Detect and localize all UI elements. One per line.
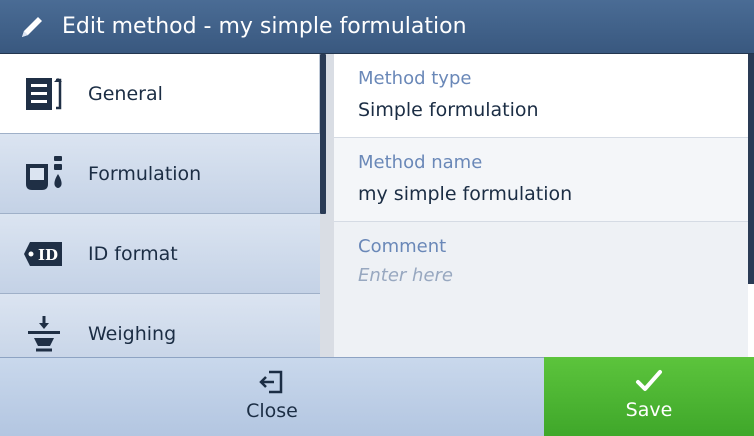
sidebar-item-label: General: [88, 82, 163, 105]
sidebar: General Formulation ID ID format Weighin…: [0, 54, 320, 357]
scrollbar-thumb[interactable]: [748, 54, 754, 284]
close-label: Close: [246, 400, 298, 422]
sidebar-item-label: ID format: [88, 242, 178, 265]
close-button[interactable]: Close: [0, 357, 544, 436]
sidebar-item-weighing[interactable]: Weighing: [0, 294, 320, 357]
sidebar-scrollbar[interactable]: [320, 54, 326, 214]
title-bar: Edit method - my simple formulation: [0, 0, 754, 54]
content-scrollbar[interactable]: [748, 54, 754, 357]
method-name-field[interactable]: Method name my simple formulation: [334, 138, 748, 222]
window-title: Edit method - my simple formulation: [62, 14, 467, 39]
id-tag-icon: ID: [24, 241, 62, 266]
field-label: Method type: [358, 68, 472, 89]
footer-bar: Close Save: [0, 357, 754, 436]
field-label: Comment: [358, 236, 447, 257]
comment-placeholder[interactable]: Enter here: [358, 265, 748, 286]
sidebar-item-general[interactable]: General: [0, 54, 320, 134]
exit-icon: [259, 370, 283, 394]
svg-text:ID: ID: [38, 246, 58, 264]
method-name-value[interactable]: my simple formulation: [358, 183, 748, 205]
sidebar-item-formulation[interactable]: Formulation: [0, 134, 320, 214]
save-label: Save: [625, 399, 673, 421]
sidebar-item-label: Formulation: [88, 162, 202, 185]
sidebar-item-id-format[interactable]: ID ID format: [0, 214, 320, 294]
method-type-value: Simple formulation: [358, 99, 539, 121]
sidebar-item-label: Weighing: [88, 322, 177, 345]
field-label: Method name: [358, 152, 483, 173]
formulation-icon: [26, 155, 62, 190]
method-type-field: Method type Simple formulation: [334, 54, 748, 138]
pencil-icon: [22, 16, 42, 37]
comment-field[interactable]: Comment Enter here: [334, 222, 748, 357]
save-button[interactable]: Save: [544, 357, 754, 436]
general-settings-icon: [26, 77, 62, 110]
weighing-icon: [28, 315, 60, 351]
checkmark-icon: [636, 370, 662, 391]
settings-panel: Method type Simple formulation Method na…: [334, 54, 748, 357]
